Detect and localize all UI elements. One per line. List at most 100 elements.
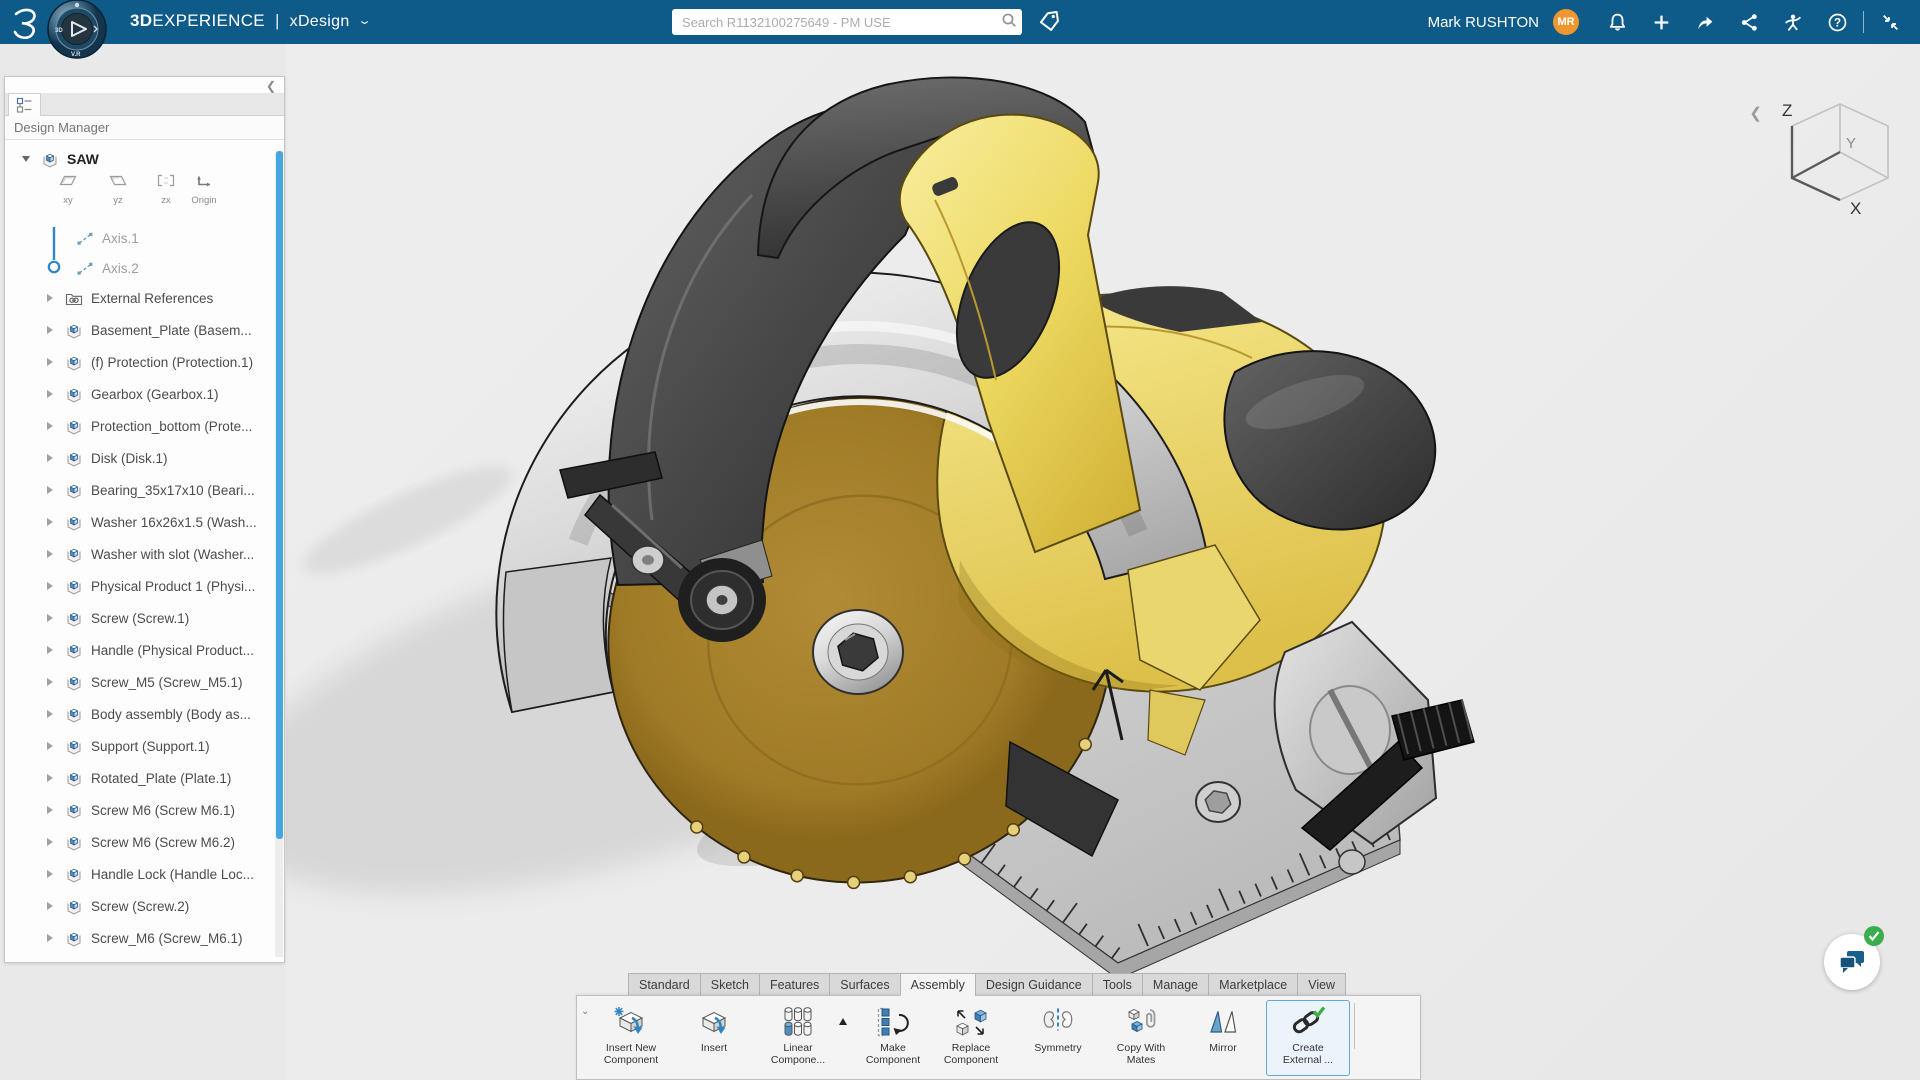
panel-collapse-icon[interactable]: ❮ [266,79,276,93]
expand-caret-icon[interactable] [43,806,56,814]
make-component-button[interactable]: MakeComponent [851,1000,935,1076]
expand-caret-icon[interactable] [43,614,56,622]
component-icon [65,578,83,595]
expand-caret-icon[interactable] [43,294,56,302]
avatar[interactable]: MR [1553,9,1579,35]
expand-caret-icon[interactable] [43,710,56,718]
tree-item-component[interactable]: Screw_M6 (Screw_M6.1) [5,922,271,954]
symmetry-button[interactable]: Symmetry [1016,1000,1100,1076]
share-icon[interactable] [1683,7,1727,37]
search-input[interactable] [672,15,996,30]
help-icon[interactable]: ? [1815,7,1859,37]
tree-item-component[interactable]: Disk (Disk.1) [5,442,271,474]
bell-icon[interactable] [1595,7,1639,37]
tree-item-component[interactable]: Screw (Screw.2) [5,890,271,922]
tree-item-component[interactable]: Body assembly (Body as... [5,698,271,730]
3ds-logo-icon[interactable] [10,6,44,40]
tree-item-root[interactable]: SAW [5,143,271,175]
svg-text:V.R: V.R [71,52,81,58]
expand-caret-icon[interactable] [43,454,56,462]
tab-features[interactable]: Features [759,973,829,996]
share-nodes-icon[interactable] [1727,7,1771,37]
expand-caret-icon[interactable] [43,358,56,366]
3d-viewport[interactable]: ❮ Z Y X [286,44,1920,1080]
tab-marketplace[interactable]: Marketplace [1208,973,1297,996]
expand-caret-icon[interactable] [43,582,56,590]
tab-assembly[interactable]: Assembly [900,973,975,996]
tab-design-guidance[interactable]: Design Guidance [975,973,1092,996]
tree-item-component[interactable]: Screw_M5 (Screw_M5.1) [5,666,271,698]
tree-item-component[interactable]: Screw (Screw.1) [5,602,271,634]
tab-surfaces[interactable]: Surfaces [829,973,899,996]
tree-item-plane-origin[interactable]: Origin [181,173,227,206]
panel-scrollbar-track[interactable] [275,151,283,957]
expand-caret-icon[interactable] [43,742,56,750]
collapse-caret-icon[interactable] [19,156,32,162]
tree-item-component[interactable]: Handle Lock (Handle Loc... [5,858,271,890]
tab-manage[interactable]: Manage [1142,973,1208,996]
create-external-button[interactable]: CreateExternal ... [1266,1000,1350,1076]
tree-item-component[interactable]: Bearing_35x17x10 (Beari... [5,474,271,506]
expand-caret-icon[interactable] [43,838,56,846]
component-icon [65,482,83,499]
flyout-expand-icon[interactable] [839,1018,847,1025]
tree-item-partial[interactable] [5,954,271,963]
expand-caret-icon[interactable] [43,486,56,494]
replace-component-button[interactable]: ReplaceComponent [929,1000,1013,1076]
expand-caret-icon[interactable] [43,518,56,526]
tree-item-plane-xy[interactable]: xy [45,173,91,206]
tab-sketch[interactable]: Sketch [700,973,759,996]
tree-item-component[interactable]: External References [5,282,271,314]
expand-caret-icon[interactable] [43,678,56,686]
compass-user-icon[interactable] [1771,7,1815,37]
view-cube[interactable]: Z Y X [1756,82,1906,232]
user-name[interactable]: Mark RUSHTON [1428,14,1539,31]
component-icon [65,866,83,883]
tree-item-component[interactable]: Washer 16x26x1.5 (Wash... [5,506,271,538]
tab-view[interactable]: View [1297,973,1346,996]
tree-item-component[interactable]: Screw M6 (Screw M6.2) [5,826,271,858]
component-icon [41,151,59,168]
component-icon [65,354,83,371]
component-icon [65,738,83,755]
tree-item-component[interactable]: Protection_bottom (Prote... [5,410,271,442]
collapse-window-icon[interactable] [1868,7,1912,37]
tree-item-component[interactable]: Gearbox (Gearbox.1) [5,378,271,410]
ribbon-tabs: StandardSketchFeaturesSurfacesAssemblyDe… [628,973,1346,996]
tree-item-component[interactable]: Support (Support.1) [5,730,271,762]
insert-button[interactable]: Insert [672,1000,756,1076]
expand-caret-icon[interactable] [43,870,56,878]
tree-item-component[interactable]: Rotated_Plate (Plate.1) [5,762,271,794]
chevron-down-icon[interactable]: ⌄ [357,14,372,27]
expand-caret-icon[interactable] [43,326,56,334]
mirror-button[interactable]: Mirror [1181,1000,1265,1076]
expand-caret-icon[interactable] [43,422,56,430]
insert-new-component-button[interactable]: Insert NewComponent [589,1000,673,1076]
tab-tools[interactable]: Tools [1092,973,1142,996]
tree-item-component[interactable]: Screw M6 (Screw M6.1) [5,794,271,826]
linear-component-button[interactable]: LinearCompone... [756,1000,840,1076]
tree-item-plane-yz[interactable]: yz [95,173,141,206]
tree-item-axis-1[interactable]: Axis.1 [5,222,271,254]
tag-icon[interactable] [1036,8,1064,36]
tree-item-label: Screw_M5 (Screw_M5.1) [91,675,243,690]
tree-item-component[interactable]: (f) Protection (Protection.1) [5,346,271,378]
copy-with-mates-button[interactable]: Copy WithMates [1099,1000,1183,1076]
tree-item-component[interactable]: Basement_Plate (Basem... [5,314,271,346]
tree-item-axis-2[interactable]: Axis.2 [5,252,271,284]
expand-caret-icon[interactable] [43,550,56,558]
search-icon[interactable] [996,12,1022,33]
panel-scrollbar-thumb[interactable] [276,151,283,839]
tree-item-component[interactable]: Washer with slot (Washer... [5,538,271,570]
tab-design-manager[interactable] [8,93,41,116]
plus-icon[interactable] [1639,7,1683,37]
expand-caret-icon[interactable] [43,934,56,942]
tree-item-component[interactable]: Handle (Physical Product... [5,634,271,666]
expand-caret-icon[interactable] [43,774,56,782]
expand-caret-icon[interactable] [43,646,56,654]
expand-caret-icon[interactable] [43,390,56,398]
tab-standard[interactable]: Standard [628,973,700,996]
expand-caret-icon[interactable] [43,902,56,910]
tree-item-component[interactable]: Physical Product 1 (Physi... [5,570,271,602]
compass-icon[interactable]: 3D V.R [46,0,108,60]
